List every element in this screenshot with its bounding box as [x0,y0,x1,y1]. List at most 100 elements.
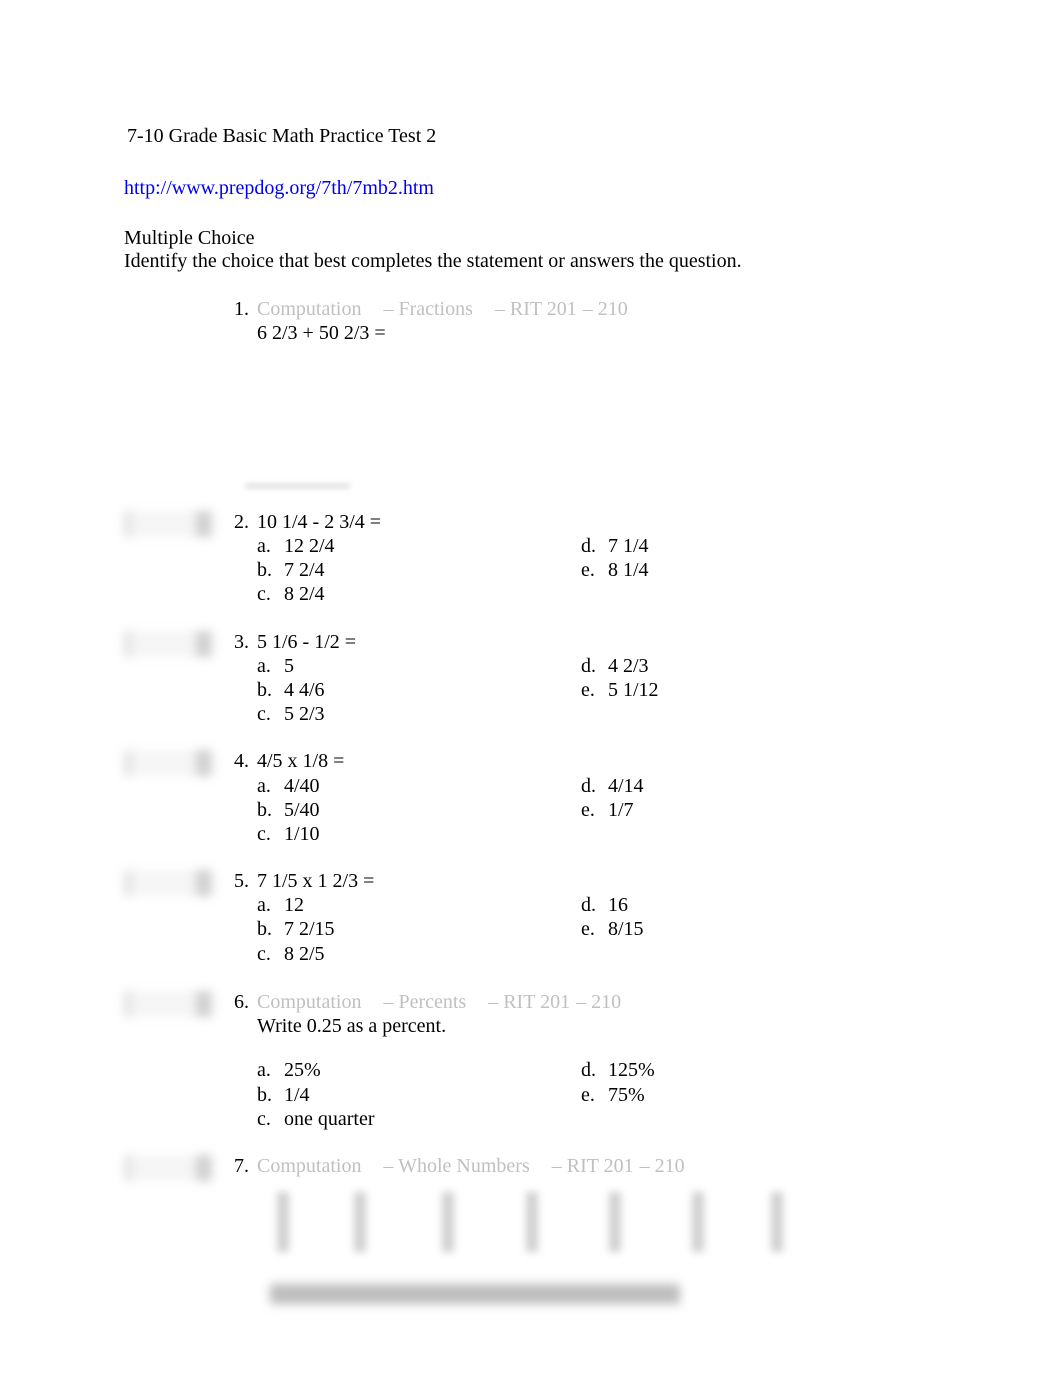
category-topic: Computation [257,991,362,1013]
choice-text: 16 [608,894,628,916]
choice-text: 4 4/6 [284,679,325,701]
choice-letter: c. [257,703,271,725]
choice-d: d. 16 [581,894,628,917]
choice-text: 8 1/4 [608,559,649,581]
choice-a: a. 12 2/4 [257,535,335,558]
choice-text: 8 2/5 [284,943,325,965]
choice-b: b. 1/4 [257,1084,310,1107]
blurred-prompt [270,1284,680,1304]
question-category: Computation – Fractions – RIT 201– 210 [257,298,628,321]
choice-letter: b. [257,679,272,701]
blurred-diagram-mark [692,1192,704,1252]
choice-text: 5 1/12 [608,679,659,701]
choice-letter: e. [581,679,595,701]
question-category: Computation – Whole Numbers – RIT 201– 210 [257,1155,685,1178]
choice-letter: d. [581,655,596,677]
choice-letter: a. [257,894,271,916]
category-rit-end: – 210 [639,1155,685,1177]
question-prompt: 7 1/5 x 1 2/3 = [257,870,375,892]
source-link[interactable]: http://www.prepdog.org/7th/7mb2.htm [124,177,434,200]
choice-c: c. 8 2/4 [257,583,325,606]
choice-b: b. 5/40 [257,799,320,822]
choice-text: 25% [284,1059,321,1081]
choice-text: 1/7 [608,799,634,821]
question-prompt: 4/5 x 1/8 = [257,750,345,772]
choice-letter: d. [581,535,596,557]
answer-box [118,1151,218,1187]
choice-letter: a. [257,775,271,797]
choice-d: d. 4 2/3 [581,655,649,678]
blurred-diagram-mark [526,1192,538,1252]
choice-text: one quarter [284,1108,375,1130]
choice-b: b. 7 2/4 [257,559,325,582]
answer-box [118,627,218,663]
choice-text: 5 [284,655,294,677]
choice-text: 12 2/4 [284,535,335,557]
choice-a: a. 12 [257,894,304,917]
choice-text: 7 2/4 [284,559,325,581]
category-rit-end: – 210 [576,991,622,1013]
choice-letter: d. [581,894,596,916]
choice-c: c. 8 2/5 [257,943,325,966]
choice-text: 4/14 [608,775,644,797]
choice-letter: b. [257,799,272,821]
choice-e: e. 8 1/4 [581,559,649,582]
answer-box [118,746,218,782]
category-rit: – RIT 201 [494,298,577,320]
choice-text: 125% [608,1059,655,1081]
blurred-diagram-mark [277,1192,289,1252]
choice-letter: e. [581,799,595,821]
choice-letter: a. [257,535,271,557]
question-category: Computation – Percents – RIT 201– 210 [257,991,621,1014]
choice-c: c. one quarter [257,1108,375,1131]
choice-c: c. 1/10 [257,823,320,846]
question-prompt: 6 2/3 + 50 2/3 = [257,322,386,344]
blurred-content [245,484,350,488]
question-number: 3. [234,631,249,653]
category-subtopic: – Fractions [383,298,473,320]
choice-letter: a. [257,655,271,677]
category-subtopic: – Whole Numbers [383,1155,530,1177]
document-title: 7-10 Grade Basic Math Practice Test 2 [127,125,437,147]
choice-c: c. 5 2/3 [257,703,325,726]
category-subtopic: – Percents [383,991,467,1013]
choice-text: 75% [608,1084,645,1106]
answer-box [118,987,218,1023]
choice-text: 7 1/4 [608,535,649,557]
category-topic: Computation [257,1155,362,1177]
choice-letter: d. [581,1059,596,1081]
blurred-diagram-mark [354,1192,366,1252]
choice-e: e. 1/7 [581,799,634,822]
choice-letter: e. [581,559,595,581]
choice-letter: c. [257,1108,271,1130]
choice-d: d. 4/14 [581,775,644,798]
instructions: Identify the choice that best completes … [124,250,742,272]
choice-letter: b. [257,918,272,940]
choice-text: 4/40 [284,775,320,797]
choice-a: a. 5 [257,655,294,678]
choice-text: 4 2/3 [608,655,649,677]
choice-a: a. 4/40 [257,775,320,798]
choice-e: e. 5 1/12 [581,679,659,702]
question-number: 2. [234,511,249,533]
answer-box [118,866,218,902]
choice-letter: c. [257,583,271,605]
choice-letter: c. [257,943,271,965]
choice-a: a. 25% [257,1059,321,1082]
choice-text: 1/10 [284,823,320,845]
choice-text: 1/4 [284,1084,310,1106]
category-rit: – RIT 201 [551,1155,634,1177]
question-number: 4. [234,750,249,772]
choice-text: 5/40 [284,799,320,821]
question-prompt: Write 0.25 as a percent. [257,1015,447,1037]
choice-letter: c. [257,823,271,845]
choice-text: 8 2/4 [284,583,325,605]
choice-text: 8/15 [608,918,644,940]
choice-d: d. 7 1/4 [581,535,649,558]
choice-text: 12 [284,894,304,916]
question-number: 1. [234,298,249,320]
choice-d: d. 125% [581,1059,655,1082]
question-number: 7. [234,1155,249,1177]
choice-e: e. 8/15 [581,918,644,941]
choice-e: e. 75% [581,1084,645,1107]
